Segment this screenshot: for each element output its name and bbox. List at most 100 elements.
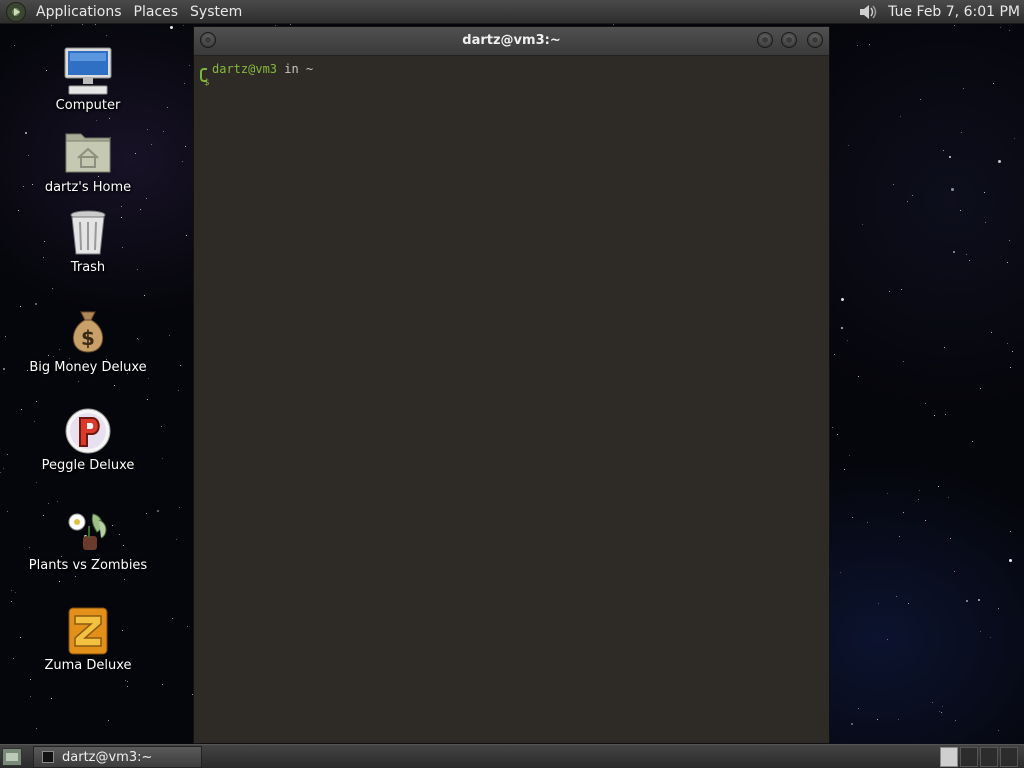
applications-menu[interactable]: Applications <box>30 0 128 24</box>
star <box>184 83 185 84</box>
star <box>108 720 109 721</box>
star <box>949 156 951 158</box>
star <box>125 680 126 681</box>
workspace-3[interactable] <box>980 747 998 767</box>
close-button[interactable] <box>807 32 823 48</box>
star <box>1010 367 1011 368</box>
menu-logo-icon[interactable] <box>6 1 26 22</box>
star <box>898 719 899 720</box>
star <box>990 637 991 638</box>
terminal-content[interactable]: dartz@vm3 in ~ $ <box>194 56 829 88</box>
desktop-icon-computer[interactable]: Computer <box>13 46 163 113</box>
star <box>849 455 850 456</box>
desktop-icon-peggle[interactable]: Peggle Deluxe <box>13 406 163 473</box>
star <box>841 327 843 329</box>
desktop-icon-label: Peggle Deluxe <box>41 458 135 473</box>
volume-icon[interactable] <box>858 3 880 21</box>
star <box>834 354 835 355</box>
star <box>993 83 994 84</box>
workspace-4[interactable] <box>1000 747 1018 767</box>
star <box>869 44 870 45</box>
prompt-line: dartz@vm3 in ~ $ <box>200 62 823 88</box>
star <box>887 639 888 640</box>
star <box>30 679 31 680</box>
star <box>919 490 920 491</box>
star <box>11 590 12 591</box>
star <box>903 512 904 513</box>
star <box>82 24 83 25</box>
desktop-icon-label: dartz's Home <box>44 180 132 195</box>
terminal-window[interactable]: dartz@vm3:~ dartz@vm3 in ~ $ <box>193 26 830 744</box>
desktop-icon-zuma[interactable]: Zuma Deluxe <box>13 606 163 673</box>
workspace-2[interactable] <box>960 747 978 767</box>
clock[interactable]: Tue Feb 7, 6:01 PM <box>888 4 1020 20</box>
home-folder-icon <box>63 128 113 178</box>
star <box>908 603 909 604</box>
star <box>1007 343 1008 344</box>
star <box>183 25 184 26</box>
star <box>953 251 955 253</box>
desktop-icon-big-money[interactable]: $ Big Money Deluxe <box>13 308 163 375</box>
star <box>178 390 179 391</box>
star <box>945 414 946 415</box>
star <box>114 385 115 386</box>
star <box>167 107 168 108</box>
star <box>841 298 844 301</box>
window-titlebar[interactable]: dartz@vm3:~ <box>194 27 829 56</box>
maximize-button[interactable] <box>781 32 797 48</box>
star <box>162 684 163 685</box>
taskbar-terminal-button[interactable]: dartz@vm3:~ <box>33 746 202 768</box>
star <box>960 210 961 211</box>
star <box>912 195 913 196</box>
star <box>963 88 964 89</box>
taskbar-label: dartz@vm3:~ <box>62 749 153 765</box>
star <box>858 376 859 377</box>
star <box>189 65 190 66</box>
money-bag-icon: $ <box>63 308 113 358</box>
star <box>35 303 37 305</box>
star <box>147 399 148 400</box>
star <box>51 698 52 699</box>
star <box>36 401 37 402</box>
star <box>934 415 935 416</box>
computer-icon <box>63 46 113 96</box>
places-menu[interactable]: Places <box>128 0 185 24</box>
star <box>146 198 147 199</box>
star <box>943 150 944 151</box>
star <box>925 520 926 521</box>
prompt-symbol: $ <box>204 78 210 88</box>
desktop-icon-label: Computer <box>55 98 121 113</box>
star <box>172 618 173 619</box>
star <box>877 719 878 720</box>
star <box>938 486 939 487</box>
star <box>889 291 890 292</box>
star <box>907 201 908 202</box>
star <box>969 260 970 261</box>
prompt-location: in ~ <box>277 62 314 76</box>
star <box>148 378 149 379</box>
star <box>182 161 183 162</box>
star <box>127 686 128 687</box>
window-title: dartz@vm3:~ <box>462 33 561 48</box>
star <box>0 472 1 473</box>
star <box>944 347 945 348</box>
star <box>955 720 956 721</box>
star <box>15 592 16 593</box>
desktop-icon-pvz[interactable]: Plants vs Zombies <box>13 506 163 573</box>
star <box>106 35 107 36</box>
star <box>121 206 122 207</box>
desktop-icon-label: Zuma Deluxe <box>44 658 132 673</box>
star <box>176 539 177 540</box>
workspace-1[interactable] <box>940 747 958 767</box>
desktop-icon-trash[interactable]: Trash <box>13 208 163 275</box>
star <box>48 503 49 504</box>
peggle-icon <box>63 406 113 456</box>
star <box>932 702 933 703</box>
system-menu[interactable]: System <box>184 0 248 24</box>
star <box>127 681 128 682</box>
desktop-icon-home[interactable]: dartz's Home <box>13 128 163 195</box>
top-panel: Applications Places System Tue Feb 7, 6:… <box>0 0 1024 24</box>
star <box>7 454 8 455</box>
show-desktop-icon[interactable] <box>2 748 22 766</box>
minimize-button[interactable] <box>757 32 773 48</box>
